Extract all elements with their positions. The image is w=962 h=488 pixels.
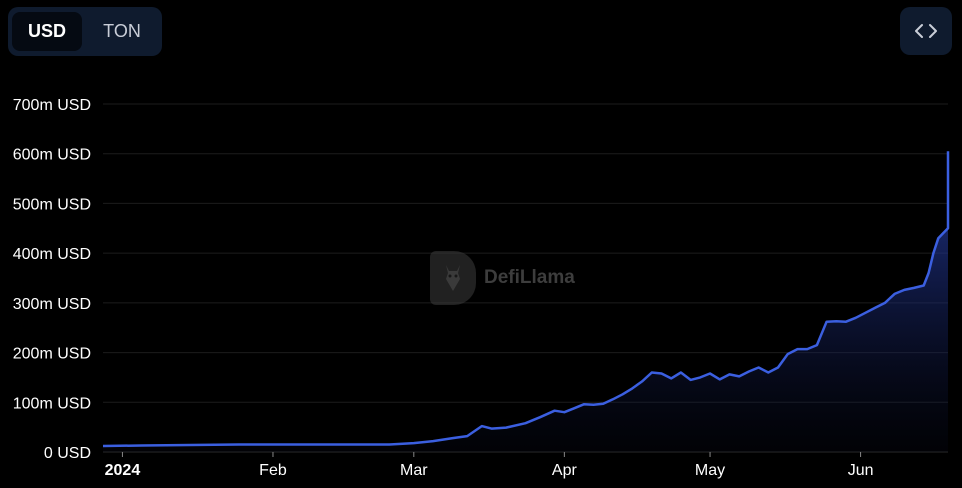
x-axis-labels: 2024 Feb Mar Apr May Jun <box>103 451 948 479</box>
y-tick-label: 600m USD <box>13 147 91 164</box>
y-tick-label: 300m USD <box>13 296 91 313</box>
x-tick-label: Jun <box>848 462 874 479</box>
x-tick-label: Feb <box>259 462 287 479</box>
y-tick-label: 400m USD <box>13 246 91 263</box>
watermark-text: DefiLlama <box>484 267 575 288</box>
y-tick-label: 700m USD <box>13 97 91 114</box>
x-tick-label: May <box>695 462 725 479</box>
y-tick-label: 500m USD <box>13 196 91 213</box>
x-tick-label: Mar <box>400 462 428 479</box>
tvl-chart: 0 USD 100m USD 200m USD 300m USD 400m USD 500… <box>13 97 950 479</box>
x-tick-label: Apr <box>552 462 578 479</box>
y-tick-label: 0 USD <box>44 445 91 462</box>
x-tick-label: 2024 <box>105 462 141 479</box>
llama-logo-icon <box>430 251 476 305</box>
y-tick-label: 100m USD <box>13 395 91 412</box>
y-axis-labels: 0 USD 100m USD 200m USD 300m USD 400m USD 500… <box>13 97 91 462</box>
watermark: DefiLlama <box>430 251 575 305</box>
y-tick-label: 200m USD <box>13 346 91 363</box>
